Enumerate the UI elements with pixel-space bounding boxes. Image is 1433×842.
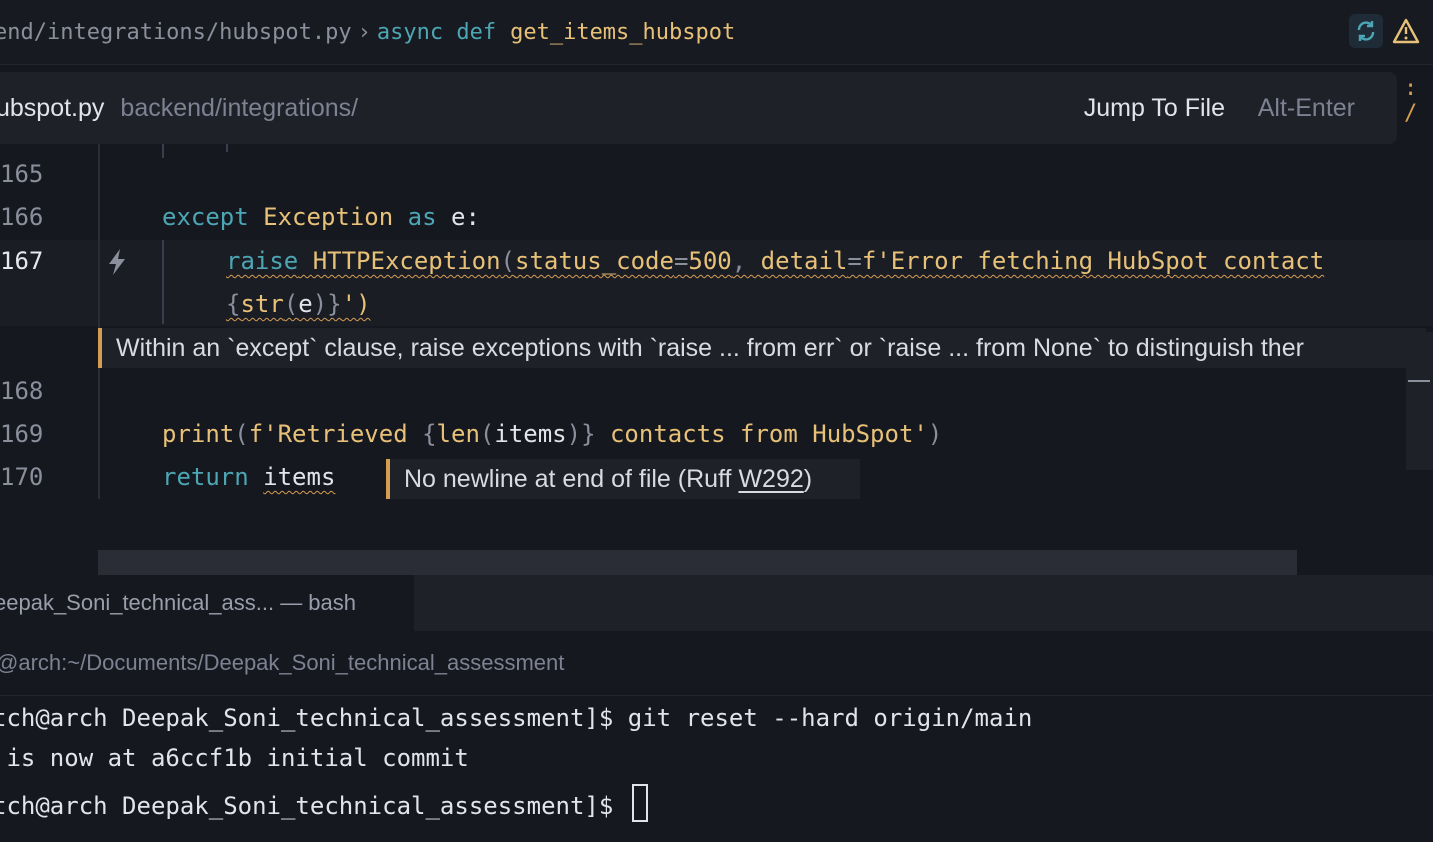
line-number: 170 [0, 463, 44, 491]
inline-diagnostic-end: ) [803, 465, 813, 493]
code-token: raise [226, 247, 299, 275]
code-token: e [298, 290, 313, 318]
quick-fix-lightning-icon[interactable] [106, 248, 128, 276]
top-icons [1349, 14, 1423, 48]
code-token: ) [566, 420, 582, 448]
terminal-body[interactable]: tch@arch Deepak_Soni_technical_assessmen… [0, 696, 1433, 842]
line-number: 165 [0, 160, 44, 188]
inline-diagnostic[interactable]: No newline at end of file (Ruff W292) [386, 459, 860, 499]
code-token: print [162, 420, 235, 448]
code-token: str [240, 290, 284, 318]
code-token: ( [479, 420, 495, 448]
sync-icon[interactable] [1349, 14, 1383, 48]
code-token: , [731, 247, 747, 275]
code-token: } [327, 290, 342, 318]
inline-diagnostic-text: No newline at end of file (Ruff [404, 465, 739, 493]
code-editor[interactable]: 165 166 167 168 169 170 except Exception… [0, 144, 1433, 575]
code-token: ( [283, 290, 299, 318]
code-token: { [226, 290, 241, 318]
jump-to-file-action[interactable]: Jump To File [1084, 94, 1225, 123]
code-token: { [422, 420, 437, 448]
terminal-title-text: @arch:~/Documents/Deepak_Soni_technical_… [0, 650, 565, 675]
warning-icon[interactable] [1389, 14, 1423, 48]
code-line-167: raise HTTPException(status_code=500, det… [226, 247, 1324, 275]
code-token: Exception [263, 203, 394, 231]
code-token: as [407, 203, 437, 231]
line-number: 168 [0, 377, 44, 405]
code-token: f'Error fetching HubSpot contact [861, 247, 1325, 275]
code-token: except [162, 203, 249, 231]
code-token: status_code [515, 247, 674, 275]
line-number: 169 [0, 420, 44, 448]
code-token: detail [760, 247, 848, 275]
terminal-cursor [631, 784, 648, 822]
line-number: 166 [0, 203, 44, 231]
code-token: items [263, 463, 336, 491]
code-token: return [162, 463, 249, 491]
code-token: ) [927, 420, 943, 448]
terminal-tab-bar: eepak_Soni_technical_ass... — bash [0, 575, 1433, 631]
indent-guide [226, 144, 228, 152]
overflow-glyph: : / [1404, 76, 1418, 126]
jump-to-file-hint[interactable]: ubspot.py backend/integrations/ Jump To … [0, 72, 1397, 144]
code-line-169: print(f'Retrieved {len(items)} contacts … [162, 420, 942, 448]
code-token: HTTPException [312, 247, 501, 275]
terminal-tab[interactable]: eepak_Soni_technical_ass... — bash [0, 575, 414, 631]
code-token: = [847, 247, 862, 275]
ruff-rule-link[interactable]: W292 [738, 465, 803, 493]
code-token: items [494, 420, 567, 448]
breadcrumb: end/integrations/hubspot.py › async def … [0, 0, 1433, 65]
code-token: ( [500, 247, 515, 275]
terminal-tab-label: eepak_Soni_technical_ass... — bash [0, 590, 357, 615]
code-line-166: except Exception as e: [162, 203, 480, 231]
code-line-170: return items [162, 463, 335, 491]
breadcrumb-function[interactable]: get_items_hubspot [510, 20, 735, 45]
jump-directory: backend/integrations/ [120, 93, 359, 122]
code-token: e: [451, 203, 480, 231]
code-token: ') [341, 290, 371, 318]
breadcrumb-keywords: async def [376, 19, 497, 45]
terminal-title: @arch:~/Documents/Deepak_Soni_technical_… [0, 631, 1433, 696]
code-token: ( [234, 420, 249, 448]
code-token: = [673, 247, 689, 275]
code-line-167-wrap: {str(e)}') [226, 290, 371, 318]
breadcrumb-path[interactable]: end/integrations/hubspot.py [0, 20, 352, 45]
scroll-position-marker [1408, 380, 1430, 382]
indent-guide [162, 144, 164, 158]
code-token: contacts from HubSpot' [595, 420, 928, 448]
line-number: 167 [0, 247, 44, 275]
terminal-line: is now at a6ccf1b initial commit [0, 744, 469, 772]
breadcrumb-separator: › [357, 19, 371, 45]
code-token: len [436, 420, 480, 448]
diagnostic-message[interactable]: Within an `except` clause, raise excepti… [98, 328, 1426, 368]
code-token: 500 [688, 247, 732, 275]
gutter-divider [98, 144, 100, 499]
jump-filename: ubspot.py [0, 93, 105, 122]
terminal-prompt: tch@arch Deepak_Soni_technical_assessmen… [0, 792, 628, 820]
terminal-line: tch@arch Deepak_Soni_technical_assessmen… [0, 704, 1033, 732]
horizontal-scrollbar[interactable] [98, 550, 1297, 575]
jump-shortcut: Alt-Enter [1257, 93, 1355, 122]
code-token: ) [312, 290, 328, 318]
code-token: f'Retrieved [248, 420, 423, 448]
scrollbar-minimap[interactable] [1406, 332, 1433, 470]
code-token: } [581, 420, 596, 448]
indent-guide [162, 240, 164, 324]
terminal-prompt-line: tch@arch Deepak_Soni_technical_assessmen… [0, 784, 648, 822]
